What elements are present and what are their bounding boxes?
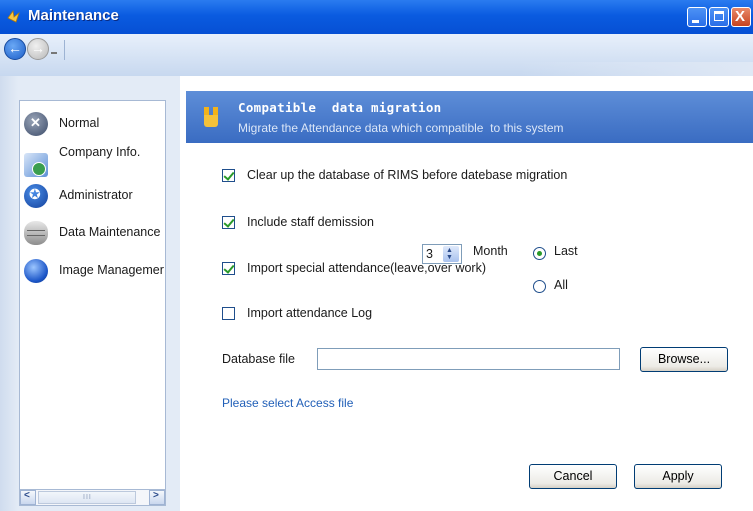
minimize-button[interactable] <box>687 7 707 27</box>
image-management-icon <box>24 259 48 283</box>
scroll-right-button[interactable]: > <box>149 490 165 505</box>
normal-icon <box>24 112 48 136</box>
sidebar-item-company-info[interactable]: Company Info. <box>22 145 165 177</box>
navigation-toolbar: ← → <box>0 34 753 76</box>
migration-plug-icon <box>198 107 224 129</box>
clear-database-checkbox[interactable] <box>222 169 235 182</box>
sidebar-item-label: Administrator <box>59 188 133 202</box>
cancel-button[interactable]: Cancel <box>529 464 617 489</box>
close-icon: X <box>735 8 746 25</box>
import-log-checkbox[interactable] <box>222 307 235 320</box>
apply-button[interactable]: Apply <box>634 464 722 489</box>
section-header: Compatible data migration Migrate the At… <box>186 91 753 143</box>
sidebar-item-image-management[interactable]: Image Managemer <box>22 256 165 284</box>
last-radio-label: Last <box>554 244 578 258</box>
section-title: Compatible data migration <box>238 100 442 115</box>
stepper-buttons[interactable]: ▲ ▼ <box>443 246 459 262</box>
scroll-left-icon: < <box>24 490 30 501</box>
sidebar-item-normal[interactable]: Normal <box>22 109 165 137</box>
hint-text: Please select Access file <box>222 396 354 410</box>
include-staff-label: Include staff demission <box>247 215 374 229</box>
minimize-icon <box>692 20 699 23</box>
database-file-input[interactable] <box>317 348 620 370</box>
forward-arrow-icon: → <box>31 40 45 56</box>
maximize-icon <box>714 11 724 21</box>
stepper-up-icon: ▲ <box>446 247 453 254</box>
database-file-label: Database file <box>222 352 295 366</box>
sidebar-item-data-maintenance[interactable]: Data Maintenance <box>22 218 165 246</box>
clear-database-label: Clear up the database of RIMS before dat… <box>247 168 568 182</box>
maximize-button[interactable] <box>709 7 729 27</box>
months-stepper[interactable]: 3 ▲ ▼ <box>422 244 462 264</box>
title-bar: Maintenance X <box>0 0 753 34</box>
database-icon <box>24 221 48 245</box>
forward-button[interactable]: → <box>27 38 49 60</box>
sidebar-item-label: Data Maintenance <box>59 225 161 239</box>
grip-icon: III <box>83 494 92 501</box>
sidebar-item-label: Image Managemer <box>59 263 164 277</box>
import-log-label: Import attendance Log <box>247 306 373 320</box>
sidebar: Normal Company Info. Administrator Data … <box>0 76 180 511</box>
section-subtitle: Migrate the Attendance data which compat… <box>238 121 564 135</box>
back-button[interactable]: ← <box>4 38 26 60</box>
all-radio[interactable] <box>533 280 546 293</box>
history-dropdown-icon[interactable] <box>51 46 57 54</box>
browse-button[interactable]: Browse... <box>640 347 728 372</box>
sidebar-item-label: Normal <box>59 116 100 130</box>
last-radio[interactable] <box>533 247 546 260</box>
month-unit-label: Month <box>473 244 508 258</box>
sidebar-scrollbar[interactable]: < III > <box>19 489 166 506</box>
main-panel: Compatible data migration Migrate the At… <box>180 76 753 511</box>
company-info-icon <box>24 153 48 177</box>
administrator-icon <box>24 184 48 208</box>
window-title: Maintenance <box>28 7 119 24</box>
sidebar-item-label: Company Info. <box>59 145 141 159</box>
toolbar-divider <box>64 40 65 60</box>
import-special-checkbox[interactable] <box>222 262 235 275</box>
scrollbar-thumb[interactable]: III <box>38 491 136 504</box>
sidebar-item-administrator[interactable]: Administrator <box>22 181 165 209</box>
close-button[interactable]: X <box>731 7 751 27</box>
scroll-right-icon: > <box>153 490 159 501</box>
stepper-down-icon: ▼ <box>446 254 453 261</box>
app-icon <box>7 9 20 23</box>
navigation-list: Normal Company Info. Administrator Data … <box>19 100 166 490</box>
months-value: 3 <box>426 247 433 261</box>
all-radio-label: All <box>554 278 568 292</box>
back-arrow-icon: ← <box>8 40 22 56</box>
toolbar-decoration <box>520 62 753 76</box>
include-staff-checkbox[interactable] <box>222 216 235 229</box>
scroll-left-button[interactable]: < <box>20 490 36 505</box>
